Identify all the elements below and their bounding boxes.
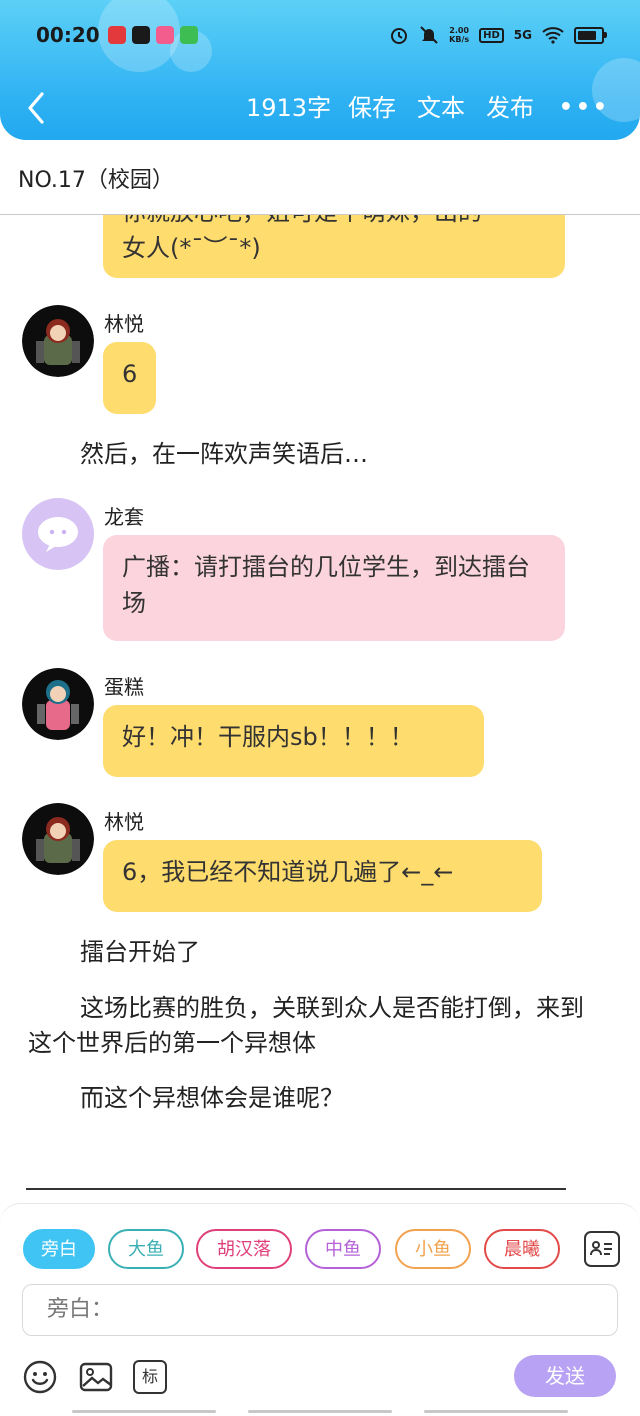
narration-text[interactable]: 擂台开始了: [80, 935, 640, 970]
sender-name: 龙套: [104, 505, 144, 529]
save-button[interactable]: 保存: [348, 88, 396, 128]
chat-area[interactable]: 你就放心吧，姐可是个萌妹，出的 女人(*¯︶¯*) 林悦 6 然后，在一阵欢声笑…: [0, 215, 640, 1200]
battery-icon: [574, 26, 607, 44]
status-time: 00:20: [36, 23, 100, 47]
role-chip[interactable]: 晨曦: [484, 1229, 560, 1269]
role-manage-button[interactable]: [584, 1231, 620, 1267]
role-chip-narrator[interactable]: 旁白: [23, 1229, 95, 1269]
image-icon: [79, 1362, 113, 1392]
message-bubble[interactable]: 好！冲！干服内sb！！！！: [103, 705, 484, 777]
message-bubble[interactable]: 你就放心吧，姐可是个萌妹，出的 女人(*¯︶¯*): [103, 215, 565, 278]
image-button[interactable]: [79, 1360, 113, 1394]
role-chip[interactable]: 大鱼: [108, 1229, 184, 1269]
wifi-icon: [542, 27, 564, 44]
tiktok-icon: [132, 26, 150, 44]
emoji-icon: [23, 1360, 57, 1394]
chevron-left-icon: [28, 92, 44, 124]
tv-app-icon: [180, 26, 198, 44]
avatar[interactable]: [22, 305, 94, 377]
emoji-button[interactable]: [23, 1360, 57, 1394]
chat-bubble-avatar-icon: [38, 517, 78, 552]
narration-text[interactable]: 而这个异想体会是谁呢？: [80, 1081, 640, 1116]
sender-name: 林悦: [104, 810, 144, 834]
nav-indicator: [424, 1410, 568, 1413]
top-header: 00:20 2.00 KB/s HD 5G 1913字 保存 文本 发布 •••: [0, 0, 640, 140]
avatar[interactable]: [22, 668, 94, 740]
mark-button[interactable]: 标: [133, 1360, 167, 1394]
publish-button[interactable]: 发布: [486, 88, 534, 128]
send-button[interactable]: 发送: [514, 1355, 616, 1397]
narration-text[interactable]: 然后，在一阵欢声笑语后…: [80, 437, 640, 472]
message-bubble[interactable]: 6，我已经不知道说几遍了←_←: [103, 840, 542, 912]
sender-name: 林悦: [104, 312, 144, 336]
nav-indicator: [72, 1410, 216, 1413]
alarm-icon: [391, 28, 408, 44]
back-button[interactable]: [22, 88, 52, 128]
role-chip[interactable]: 胡汉落: [196, 1229, 292, 1269]
avatar[interactable]: [22, 498, 94, 570]
signal-indicator: 5G: [513, 28, 532, 42]
input-divider: [26, 1188, 566, 1190]
text-button[interactable]: 文本: [417, 88, 465, 128]
dialogue-input[interactable]: 旁白：: [22, 1284, 618, 1336]
more-button[interactable]: •••: [559, 88, 610, 128]
pinduoduo-icon: [108, 26, 126, 44]
nav-indicator: [248, 1410, 392, 1413]
status-app-icons: [102, 18, 198, 52]
sender-name: 蛋糕: [104, 675, 144, 699]
role-chip[interactable]: 中鱼: [305, 1229, 381, 1269]
contacts-icon: [590, 1241, 612, 1256]
hd-badge: HD: [479, 27, 504, 43]
message-bubble[interactable]: 6: [103, 342, 156, 414]
mute-icon: [420, 26, 438, 44]
word-count: 1913字: [246, 94, 332, 122]
avatar[interactable]: [22, 803, 94, 875]
status-system-icons: 2.00 KB/s HD 5G: [389, 18, 607, 52]
narration-text[interactable]: 这场比赛的胜负，关联到众人是否能打倒，来到这个世界后的第一个异想体: [28, 991, 588, 1061]
chapter-title[interactable]: NO.17（校园）: [18, 162, 174, 194]
role-chip[interactable]: 小鱼: [395, 1229, 471, 1269]
bilibili-icon: [156, 26, 174, 44]
message-bubble[interactable]: 广播：请打擂台的几位学生，到达擂台场: [103, 535, 565, 641]
net-speed: 2.00 KB/s: [449, 26, 470, 44]
